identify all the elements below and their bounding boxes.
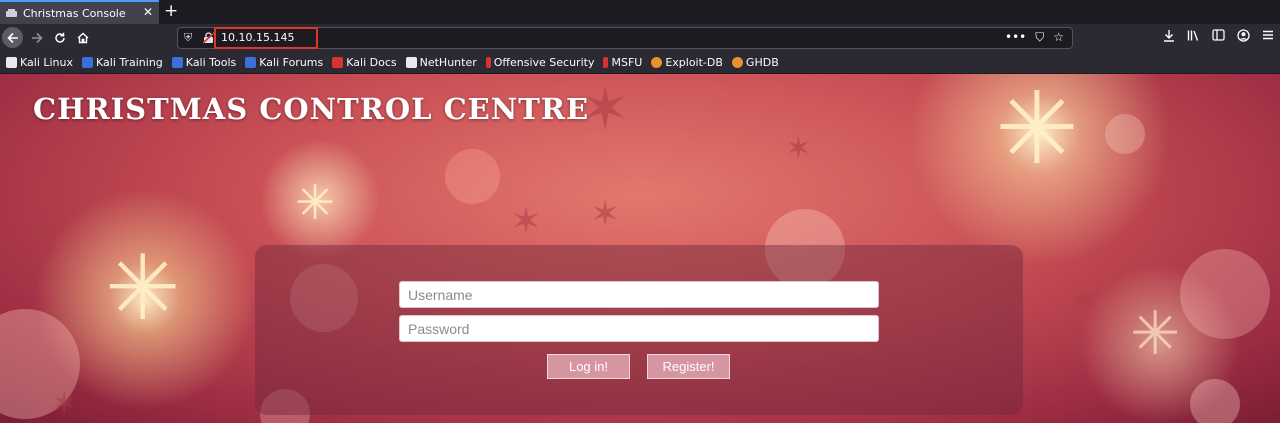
- kali-dragon-icon: [6, 57, 17, 68]
- sidebar-icon[interactable]: [1212, 29, 1225, 41]
- bookmark-kali-tools[interactable]: Kali Tools: [171, 56, 237, 69]
- sparkle-star-icon: ✳: [995, 74, 1079, 187]
- decorative-star-icon: ✶: [590, 194, 621, 235]
- bookmark-exploit-db[interactable]: Exploit-DB: [651, 56, 723, 69]
- bookmark-label: NetHunter: [419, 56, 477, 69]
- sparkle-star-icon: ✳: [105, 236, 181, 341]
- kali-docs-icon: [332, 57, 344, 68]
- msfu-icon: [603, 57, 609, 68]
- kali-tools-icon: [171, 57, 183, 68]
- decorative-star-icon: ✶: [785, 129, 812, 167]
- forward-button[interactable]: [27, 28, 47, 48]
- close-tab-icon[interactable]: ✕: [143, 5, 153, 19]
- bookmark-offensive-security[interactable]: Offensive Security: [485, 56, 595, 69]
- toolbar-right: [1163, 29, 1274, 42]
- bookmark-label: Exploit-DB: [665, 56, 723, 69]
- tab-favicon-icon: [6, 8, 17, 17]
- nethunter-icon: [405, 57, 417, 68]
- bookmark-star-icon[interactable]: ☆: [1053, 30, 1064, 45]
- tab-strip: Christmas Console ✕ +: [0, 0, 1280, 24]
- decorative-star-icon: ✶: [50, 384, 79, 423]
- back-button[interactable]: [2, 27, 23, 48]
- tracking-protection-shield-icon[interactable]: ⛨: [184, 31, 192, 45]
- bookmark-label: Kali Forums: [259, 56, 324, 69]
- bookmark-msfu[interactable]: MSFU: [603, 56, 642, 69]
- bookmark-kali-forums[interactable]: Kali Forums: [245, 56, 323, 69]
- address-bar[interactable]: ⛨ 10.10.15.145 ••• ⛉ ☆: [177, 27, 1073, 49]
- decorative-star-icon: ✶: [1070, 284, 1096, 319]
- register-button[interactable]: Register!: [647, 354, 730, 379]
- login-panel: Log in! Register!: [255, 245, 1023, 415]
- bokeh-light: [445, 149, 500, 204]
- account-icon[interactable]: [1237, 29, 1250, 42]
- arrow-right-icon: [32, 32, 43, 44]
- bookmark-kali-docs[interactable]: Kali Docs: [332, 56, 397, 69]
- page-actions-icon[interactable]: •••: [1005, 30, 1026, 45]
- ghdb-bug-icon: [731, 57, 743, 68]
- reload-icon: [55, 32, 65, 43]
- bookmark-label: GHDB: [745, 56, 779, 69]
- decorative-star-icon: ✶: [30, 214, 61, 255]
- menu-icon[interactable]: [1262, 29, 1274, 41]
- decorative-star-icon: ✶: [510, 199, 542, 243]
- home-icon: [77, 32, 89, 44]
- reload-button[interactable]: [50, 28, 70, 48]
- arrow-left-icon: [6, 32, 18, 43]
- bookmark-label: Kali Linux: [20, 56, 74, 69]
- tab-christmas-console[interactable]: Christmas Console ✕: [0, 0, 159, 24]
- sparkle-star-icon: ✳: [1130, 299, 1181, 369]
- password-input[interactable]: [399, 315, 879, 342]
- kali-training-icon: [82, 57, 94, 68]
- bookmark-label: Kali Tools: [185, 56, 237, 69]
- bookmark-label: Kali Training: [96, 56, 163, 69]
- tab-title: Christmas Console: [23, 6, 126, 20]
- sparkle-star-icon: ✳: [295, 175, 336, 231]
- url-text[interactable]: 10.10.15.145: [221, 31, 294, 44]
- bokeh-light: [1105, 114, 1145, 154]
- bookmarks-toolbar: Kali Linux Kali Training Kali Tools Kali…: [0, 52, 1280, 74]
- bokeh-light: [1180, 249, 1270, 339]
- username-input[interactable]: [399, 281, 879, 308]
- bokeh-light: [1190, 379, 1240, 423]
- home-button[interactable]: [73, 28, 93, 48]
- insecure-connection-icon[interactable]: [203, 32, 214, 44]
- bookmark-label: MSFU: [611, 56, 643, 69]
- bookmark-label: Kali Docs: [346, 56, 397, 69]
- page-title: CHRISTMAS CONTROL CENTRE: [33, 92, 590, 126]
- bookmark-nethunter[interactable]: NetHunter: [405, 56, 477, 69]
- download-icon[interactable]: [1163, 29, 1175, 42]
- bookmark-label: Offensive Security: [493, 56, 595, 69]
- pocket-icon[interactable]: ⛉: [1035, 30, 1044, 45]
- login-button[interactable]: Log in!: [547, 354, 630, 379]
- kali-forums-icon: [245, 57, 257, 68]
- library-icon[interactable]: [1187, 29, 1200, 42]
- bookmark-kali-linux[interactable]: Kali Linux: [6, 56, 73, 69]
- navigation-bar: ⛨ 10.10.15.145 ••• ⛉ ☆: [0, 24, 1280, 52]
- url-actions: ••• ⛉ ☆: [1005, 30, 1064, 45]
- new-tab-button[interactable]: +: [164, 1, 178, 21]
- exploit-db-bug-icon: [651, 57, 663, 68]
- bookmark-ghdb[interactable]: GHDB: [731, 56, 779, 69]
- offensive-security-icon: [485, 57, 491, 68]
- christmas-page: ✳ ✳ ✳ ✳ ✶ ✶ ✶ ✶ ✶ ✶ ✶ CHRISTMAS CONTROL …: [0, 74, 1280, 423]
- bookmark-kali-training[interactable]: Kali Training: [82, 56, 163, 69]
